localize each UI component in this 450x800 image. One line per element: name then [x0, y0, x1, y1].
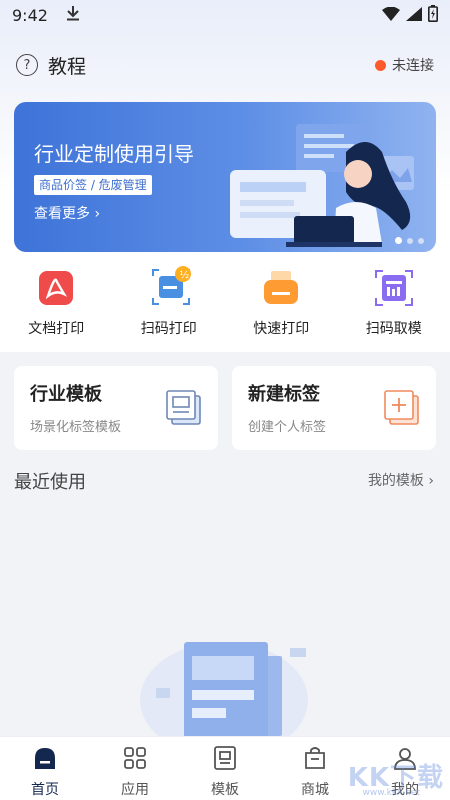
banner-tag: 商品价签 / 危废管理 — [34, 175, 152, 195]
printer-icon — [261, 268, 301, 308]
nav-home[interactable]: 首页 — [0, 737, 90, 800]
my-templates-link[interactable]: 我的模板 › — [368, 470, 434, 490]
template-icon — [212, 745, 238, 775]
pagination-dot — [395, 237, 402, 244]
nav-shop[interactable]: 商城 — [270, 737, 360, 800]
empty-state-illustration — [128, 628, 328, 758]
nav-label: 首页 — [31, 782, 59, 798]
signal-icon — [406, 6, 422, 25]
template-stack-icon — [164, 388, 204, 432]
quick-action-quick-print[interactable]: 快速打印 — [225, 268, 338, 352]
banner-pagination — [395, 237, 424, 244]
quick-action-scan-template[interactable]: 扫码取模 — [338, 268, 450, 352]
banner-more-link[interactable]: 查看更多 › — [34, 203, 100, 223]
banner-more-label: 查看更多 — [34, 206, 90, 222]
battery-icon — [428, 4, 438, 26]
help-icon[interactable]: ? — [16, 54, 38, 76]
pagination-dot — [418, 237, 424, 244]
wifi-icon — [382, 6, 400, 25]
home-icon — [32, 745, 58, 775]
quick-action-label: 扫码打印 — [140, 321, 197, 337]
my-templates-label: 我的模板 — [367, 473, 424, 489]
status-bar: 9:42 — [0, 0, 450, 30]
connection-status[interactable]: 未连接 — [375, 55, 434, 75]
banner-title: 行业定制使用引导 — [34, 142, 194, 166]
quick-action-document-print[interactable]: 文档打印 — [0, 268, 113, 352]
promo-banner[interactable]: 行业定制使用引导 商品价签 / 危废管理 查看更多 › — [14, 102, 436, 252]
chevron-right-icon: › — [428, 473, 434, 489]
status-time: 9:42 — [12, 5, 48, 25]
header: ? 教程 未连接 — [0, 46, 450, 84]
add-label-icon — [382, 388, 422, 432]
banner-illustration — [216, 112, 426, 252]
nav-label: 应用 — [121, 782, 149, 798]
download-icon — [66, 5, 80, 25]
watermark-url: www.kkx.net — [362, 788, 421, 798]
apps-grid-icon — [122, 745, 148, 775]
connection-status-label: 未连接 — [392, 58, 434, 74]
industry-template-card[interactable]: 行业模板 场景化标签模板 — [14, 366, 218, 450]
recent-section-title: 最近使用 — [14, 472, 86, 493]
status-dot-icon — [375, 59, 386, 71]
quick-action-label: 文档打印 — [28, 321, 85, 337]
scan-print-icon: ½ — [149, 266, 191, 308]
pagination-dot — [407, 237, 413, 244]
quick-actions: 文档打印 ½ 扫码打印 快速打印 扫码取模 — [0, 266, 450, 352]
chevron-right-icon: › — [94, 206, 101, 222]
new-label-card[interactable]: 新建标签 创建个人标签 — [232, 366, 436, 450]
svg-text:½: ½ — [179, 269, 189, 281]
scan-template-icon — [374, 268, 414, 308]
quick-action-label: 快速打印 — [253, 321, 310, 337]
nav-apps[interactable]: 应用 — [90, 737, 180, 800]
pdf-document-icon — [36, 268, 76, 308]
nav-label: 模板 — [211, 782, 239, 798]
page-title: 教程 — [48, 55, 87, 78]
bottom-navigation: 首页 应用 模板 商城 我的 KK下载 www.kkx.net — [0, 736, 450, 800]
quick-action-label: 扫码取模 — [365, 321, 422, 337]
shop-icon — [302, 745, 328, 775]
nav-templates[interactable]: 模板 — [180, 737, 270, 800]
quick-action-scan-print[interactable]: ½ 扫码打印 — [113, 266, 226, 352]
nav-label: 商城 — [301, 782, 329, 798]
